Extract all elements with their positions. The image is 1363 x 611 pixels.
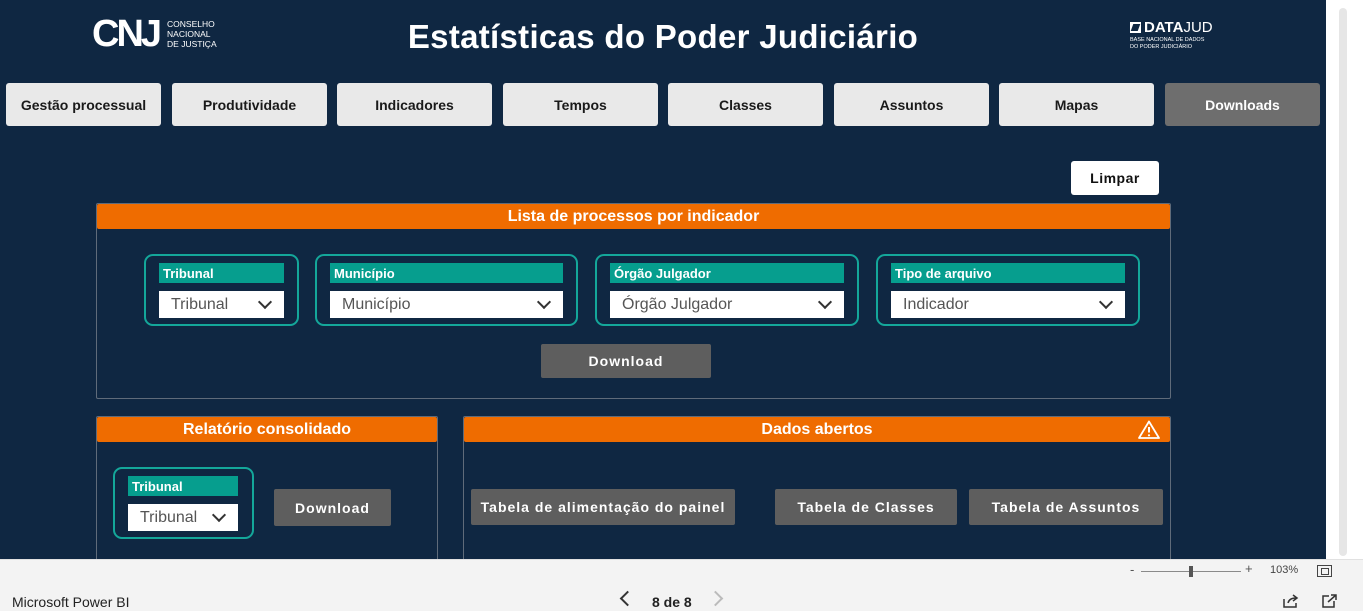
popout-icon[interactable] (1322, 594, 1338, 608)
orgao-julgador-dropdown-value: Órgão Julgador (622, 295, 733, 313)
dados-abertos-panel: Dados abertos Tabela de alimentação do p… (463, 416, 1171, 559)
tabela-assuntos-button[interactable]: Tabela de Assuntos (969, 489, 1163, 525)
footer-bar: Microsoft Power BI 8 de 8 (0, 583, 1363, 611)
relatorio-consolidado-panel: Relatório consolidado Tribunal Tribunal … (96, 416, 438, 559)
slicer-tribunal-label: Tribunal (159, 263, 284, 283)
zoom-percent: 103% (1270, 564, 1299, 576)
slicer-tribunal: Tribunal Tribunal (144, 254, 299, 326)
relatorio-slicer-tribunal-label: Tribunal (128, 476, 238, 496)
lista-processos-title: Lista de processos por indicador (97, 204, 1170, 229)
tab-mapas[interactable]: Mapas (999, 83, 1154, 126)
tab-indicadores[interactable]: Indicadores (337, 83, 492, 126)
zoom-in-button[interactable]: + (1245, 561, 1253, 576)
report-canvas: CNJ CONSELHO NACIONAL DE JUSTIÇA Estatís… (0, 0, 1326, 559)
clear-filters-button[interactable]: Limpar (1071, 161, 1159, 195)
slicer-municipio-label: Município (330, 263, 563, 283)
tab-downloads[interactable]: Downloads (1165, 83, 1320, 126)
slicer-tipo-arquivo: Tipo de arquivo Indicador (876, 254, 1140, 326)
municipio-dropdown-value: Município (342, 295, 411, 313)
dados-abertos-title: Dados abertos (464, 417, 1170, 442)
tab-assuntos[interactable]: Assuntos (834, 83, 989, 126)
tribunal-dropdown-value: Tribunal (171, 295, 229, 313)
warning-icon[interactable] (1138, 420, 1160, 439)
tipo-arquivo-dropdown[interactable]: Indicador (891, 291, 1125, 318)
nav-bar: Gestão processual Produtividade Indicado… (0, 83, 1326, 127)
fit-to-page-icon[interactable] (1317, 565, 1332, 577)
relatorio-download-button[interactable]: Download (274, 489, 391, 526)
chevron-down-icon (817, 294, 833, 310)
relatorio-consolidado-title: Relatório consolidado (97, 417, 437, 442)
chevron-down-icon (1098, 294, 1114, 310)
slicer-orgao-julgador: Órgão Julgador Órgão Julgador (595, 254, 859, 326)
orgao-julgador-dropdown[interactable]: Órgão Julgador (610, 291, 844, 318)
relatorio-slicer-tribunal: Tribunal Tribunal (113, 467, 254, 539)
previous-page-icon[interactable] (619, 590, 636, 607)
power-bi-brand[interactable]: Microsoft Power BI (12, 594, 129, 610)
chevron-down-icon (536, 294, 552, 310)
tribunal-dropdown[interactable]: Tribunal (159, 291, 284, 318)
relatorio-tribunal-dropdown-value: Tribunal (140, 508, 198, 526)
tab-tempos[interactable]: Tempos (503, 83, 658, 126)
lista-processos-panel: Lista de processos por indicador Tribuna… (96, 203, 1171, 399)
datajud-logo: DATA JUD BASE NACIONAL DE DADOS DO PODER … (1130, 19, 1213, 50)
relatorio-tribunal-dropdown[interactable]: Tribunal (128, 504, 238, 531)
datajud-icon (1130, 22, 1141, 33)
tab-produtividade[interactable]: Produtividade (172, 83, 327, 126)
tabela-classes-button[interactable]: Tabela de Classes (775, 489, 957, 525)
tab-classes[interactable]: Classes (668, 83, 823, 126)
zoom-slider-thumb[interactable] (1189, 566, 1193, 577)
tipo-arquivo-dropdown-value: Indicador (903, 295, 969, 313)
chevron-down-icon (211, 507, 227, 523)
slicer-tipo-arquivo-label: Tipo de arquivo (891, 263, 1125, 283)
next-page-icon[interactable] (707, 590, 724, 607)
zoom-out-button[interactable]: - (1130, 562, 1134, 577)
municipio-dropdown[interactable]: Município (330, 291, 563, 318)
slicer-orgao-julgador-label: Órgão Julgador (610, 263, 844, 283)
chevron-down-icon (257, 294, 273, 310)
tab-gestao-processual[interactable]: Gestão processual (6, 83, 161, 126)
vertical-scrollbar[interactable] (1326, 0, 1363, 559)
tabela-alimentacao-button[interactable]: Tabela de alimentação do painel (471, 489, 735, 525)
slicer-municipio: Município Município (315, 254, 578, 326)
scrollbar-thumb[interactable] (1339, 8, 1347, 556)
zoom-bar: - + 103% (0, 559, 1363, 583)
page-title: Estatísticas do Poder Judiciário (407, 18, 919, 55)
share-icon[interactable] (1283, 594, 1299, 608)
page-indicator: 8 de 8 (652, 594, 692, 610)
lista-download-button[interactable]: Download (541, 344, 711, 378)
